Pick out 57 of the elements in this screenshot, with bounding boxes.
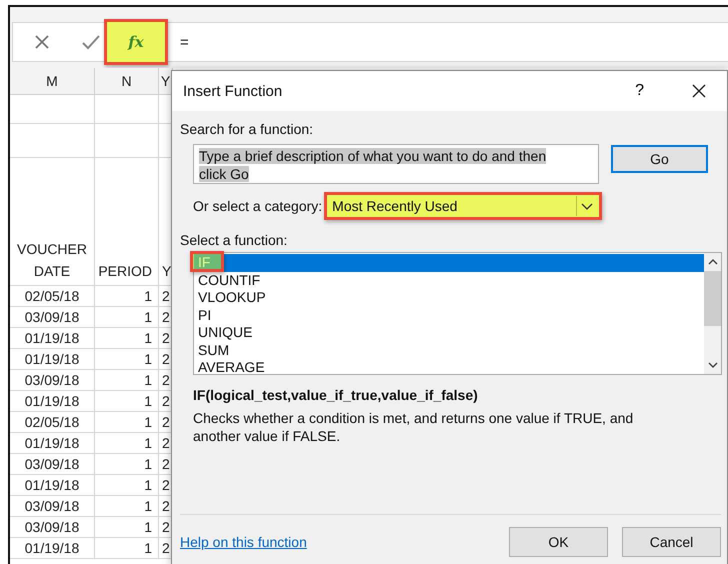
table-cell: 03/09/18 (10, 496, 95, 517)
function-item[interactable]: SUM (194, 342, 704, 359)
cancel-icon[interactable] (34, 34, 50, 50)
dialog-title: Insert Function (183, 82, 282, 100)
cancel-button[interactable]: Cancel (622, 527, 721, 557)
help-link[interactable]: Help on this function (180, 534, 307, 550)
table-cell: 1 (95, 475, 159, 496)
table-cell: 01/19/18 (10, 538, 95, 559)
insert-function-button[interactable]: fx (104, 19, 168, 65)
close-icon[interactable] (692, 84, 706, 98)
table-cell: 1 (95, 496, 159, 517)
function-item[interactable]: COUNTIF (194, 272, 704, 289)
category-label: Or select a category: (193, 198, 322, 214)
table-header-cell: VOUCHER DATE (10, 158, 95, 286)
table-cell: 03/09/18 (10, 454, 95, 475)
column-header[interactable]: N (95, 68, 159, 95)
search-field[interactable]: Type a brief description of what you want to do and then click Go (193, 144, 599, 184)
column-header[interactable]: M (10, 68, 95, 95)
table-cell: 1 (95, 349, 159, 370)
table-cell: 1 (95, 370, 159, 391)
function-item[interactable]: VLOOKUP (194, 289, 704, 306)
table-cell: 03/09/18 (10, 370, 95, 391)
table-cell: 1 (95, 454, 159, 475)
function-signature: IF(logical_test,value_if_true,value_if_false) (193, 387, 478, 403)
table-cell: 01/19/18 (10, 391, 95, 412)
table-cell: 01/19/18 (10, 349, 95, 370)
table-cell: 1 (95, 391, 159, 412)
category-dropdown[interactable]: Most Recently Used (324, 192, 602, 220)
table-cell: 1 (95, 307, 159, 328)
function-item[interactable]: PI (194, 306, 704, 324)
table-cell: 02/05/18 (10, 286, 95, 307)
table-header-cell: PERIOD (95, 158, 159, 286)
table-cell: 01/19/18 (10, 328, 95, 349)
table-cell: 1 (95, 517, 159, 538)
table-cell: 1 (95, 433, 159, 454)
function-label: Select a function: (180, 232, 288, 248)
formula-text: = (180, 34, 189, 50)
table-cell: 01/19/18 (10, 433, 95, 454)
table-cell: 02/05/18 (10, 412, 95, 433)
table-cell: 1 (95, 328, 159, 349)
table-cell: 03/09/18 (10, 307, 95, 328)
help-button[interactable]: ? (635, 82, 644, 100)
table-cell: 1 (95, 538, 159, 559)
table-cell: 01/19/18 (10, 475, 95, 496)
function-item[interactable]: UNIQUE (194, 324, 704, 342)
table-cell: 1 (95, 412, 159, 433)
ok-button[interactable]: OK (509, 527, 608, 557)
function-description: Checks whether a condition is met, and returns one value if TRUE, and another value if FALSE. (193, 409, 634, 445)
go-button[interactable]: Go (611, 145, 708, 173)
scroll-down-icon[interactable] (708, 361, 718, 369)
check-icon[interactable] (82, 34, 100, 50)
scroll-up-icon[interactable] (708, 258, 718, 266)
scrollbar[interactable] (704, 253, 721, 374)
table-cell: 1 (95, 286, 159, 307)
function-item[interactable]: AVERAGE (194, 359, 704, 376)
table-cell: 03/09/18 (10, 517, 95, 538)
search-label: Search for a function: (180, 121, 314, 137)
